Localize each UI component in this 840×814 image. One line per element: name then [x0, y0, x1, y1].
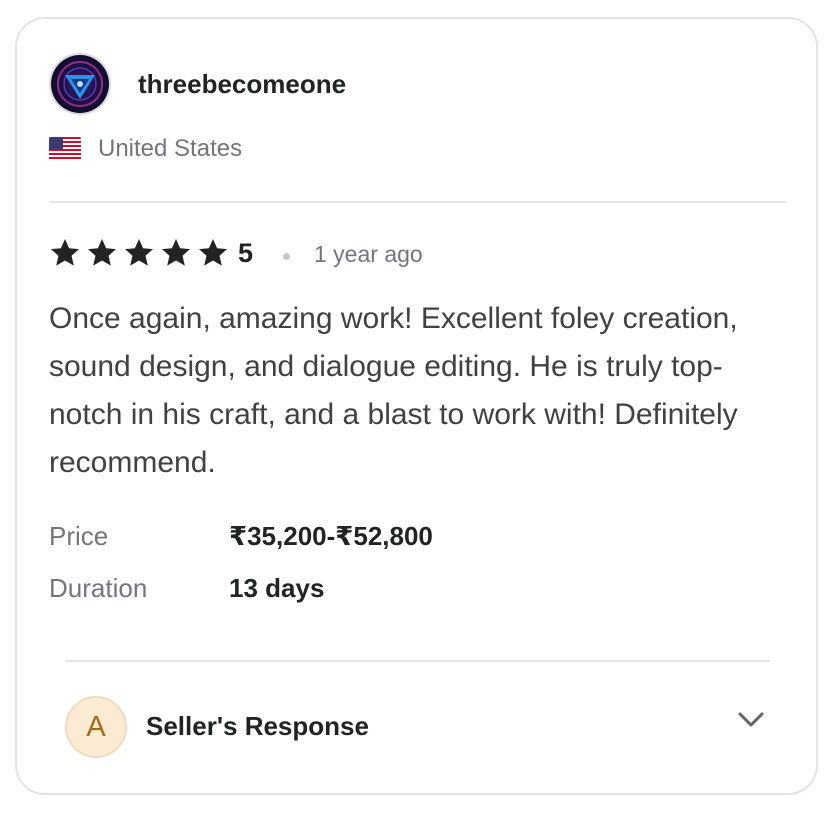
us-flag-icon [49, 137, 81, 161]
star-icon [51, 239, 79, 266]
seller-response-label[interactable]: Seller's Response [146, 711, 369, 742]
star-icon [88, 239, 116, 266]
review-time: 1 year ago [314, 241, 423, 267]
reviewer-username[interactable]: threebecomeone [138, 69, 346, 100]
avatar-icon [51, 55, 109, 113]
star-icon [125, 239, 153, 266]
seller-avatar: A [65, 696, 127, 758]
rating-value: 5 [238, 238, 254, 268]
price-label: Price [49, 521, 109, 551]
divider [49, 201, 786, 203]
star-icon [162, 239, 190, 266]
duration-label: Duration [49, 573, 148, 603]
review-card: threebecomeone United States 5 1 year ag… [15, 17, 818, 795]
star-rating [49, 237, 229, 269]
divider [65, 660, 770, 662]
chevron-down-icon[interactable] [736, 709, 766, 731]
review-text: Once again, amazing work! Excellent fole… [49, 302, 738, 479]
price-value: ₹35,200-₹52,800 [229, 521, 433, 551]
reviewer-avatar[interactable] [49, 53, 111, 115]
star-icon [199, 239, 227, 266]
duration-value: 13 days [229, 573, 325, 603]
separator-dot [283, 253, 290, 260]
reviewer-country: United States [98, 135, 243, 162]
